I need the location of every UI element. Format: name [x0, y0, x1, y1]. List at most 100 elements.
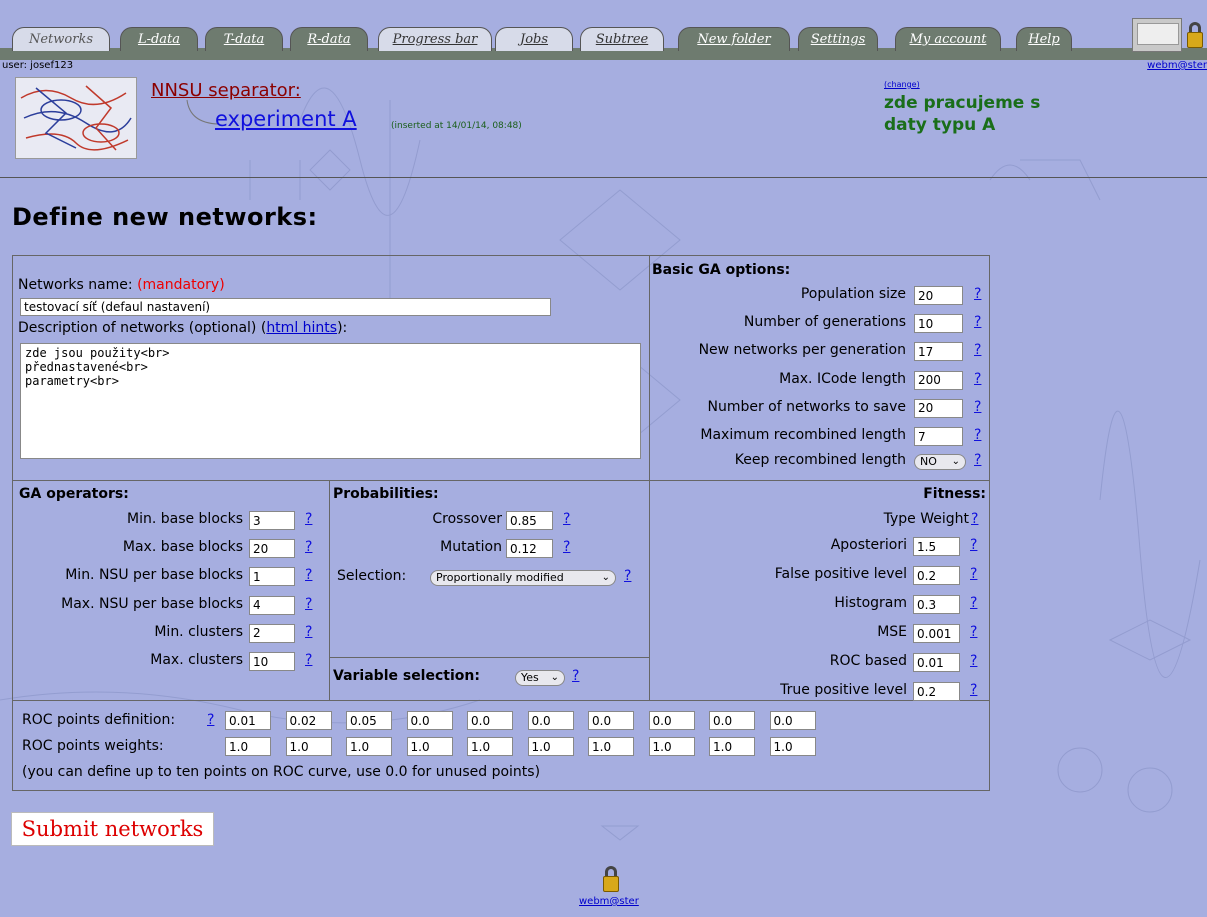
tab-l-data[interactable]: L-data — [120, 27, 198, 51]
help-histogram[interactable]: ? — [970, 595, 977, 611]
help-roc-def[interactable]: ? — [207, 712, 214, 728]
roc-weight-2-input[interactable] — [285, 737, 332, 756]
number-of-networks-to-save-input[interactable] — [914, 398, 963, 418]
roc-weight-7-input[interactable] — [588, 737, 634, 756]
population-size-label: Population size — [800, 286, 906, 302]
max-nsu-per-base-blocks-input[interactable] — [249, 595, 295, 615]
help-selection[interactable]: ? — [624, 568, 631, 584]
help-max-base-blocks[interactable]: ? — [305, 539, 312, 555]
tab-new-folder[interactable]: New folder — [678, 27, 790, 51]
variable-selection-select[interactable]: Yes ⌄ — [515, 670, 565, 686]
help-population-size[interactable]: ? — [974, 286, 981, 302]
roc-weight-6-input[interactable] — [527, 737, 574, 756]
html-hints-link[interactable]: html hints — [266, 320, 337, 336]
help-keep-recombined[interactable]: ? — [974, 452, 981, 468]
help-max-nsu-per-base-blocks[interactable]: ? — [305, 596, 312, 612]
help-maximum-recombined-length[interactable]: ? — [974, 427, 981, 443]
max-base-blocks-input[interactable] — [249, 539, 295, 559]
help-variable-selection[interactable]: ? — [572, 668, 579, 684]
mutation-input[interactable] — [506, 539, 553, 558]
help-mutation[interactable]: ? — [563, 539, 570, 555]
user-label: user: josef123 — [2, 60, 74, 71]
min-base-blocks-input[interactable] — [249, 511, 295, 530]
experiment-link[interactable]: experiment A — [215, 107, 357, 131]
description-textarea[interactable]: zde jsou použity<br> přednastavené<br> p… — [20, 343, 641, 459]
max-clusters-input[interactable] — [249, 652, 295, 671]
false-positive-level-input[interactable] — [913, 566, 960, 585]
max-base-blocks-label: Max. base blocks — [122, 539, 243, 556]
roc-weight-10-input[interactable] — [769, 737, 816, 756]
help-min-nsu-per-base-blocks[interactable]: ? — [305, 567, 312, 583]
lock-icon[interactable] — [1187, 22, 1203, 48]
help-min-base-blocks[interactable]: ? — [305, 511, 312, 527]
keep-recombined-select[interactable]: NO ⌄ — [914, 454, 966, 470]
help-min-clusters[interactable]: ? — [305, 624, 312, 640]
roc-weight-4-input[interactable] — [406, 737, 453, 756]
crossover-input[interactable] — [506, 511, 553, 530]
roc-point-7-input[interactable] — [588, 711, 634, 730]
change-link[interactable]: (change) — [884, 80, 920, 89]
webmaster-link-bottom[interactable]: webm@ster — [579, 896, 639, 907]
selection-label: Selection: — [337, 568, 407, 584]
tab-networks[interactable]: Networks — [12, 27, 110, 51]
roc-point-4-input[interactable] — [406, 711, 453, 730]
page-title: Define new networks: — [12, 203, 318, 231]
webmaster-link-top[interactable]: webm@ster — [1147, 60, 1207, 71]
roc-weight-1-input[interactable] — [225, 737, 271, 756]
networks-name-input[interactable] — [20, 298, 551, 316]
tab-help[interactable]: Help — [1016, 27, 1072, 51]
help-new-networks-per-generation[interactable]: ? — [974, 342, 981, 358]
roc-point-8-input[interactable] — [648, 711, 695, 730]
aposteriori-input[interactable] — [913, 537, 960, 556]
help-roc-based[interactable]: ? — [970, 653, 977, 669]
roc-point-2-input[interactable] — [285, 711, 332, 730]
roc-point-5-input[interactable] — [467, 711, 513, 730]
roc-point-6-input[interactable] — [527, 711, 574, 730]
submit-networks-button[interactable]: Submit networks — [11, 812, 214, 846]
max-icode-length-input[interactable] — [914, 370, 963, 390]
min-clusters-input[interactable] — [249, 623, 295, 643]
help-mse[interactable]: ? — [970, 624, 977, 640]
help-number-of-generations[interactable]: ? — [974, 314, 981, 330]
min-nsu-per-base-blocks-input[interactable] — [249, 567, 295, 587]
roc-weight-9-input[interactable] — [709, 737, 755, 756]
help-max-icode-length[interactable]: ? — [974, 371, 981, 387]
number-of-generations-input[interactable] — [914, 314, 963, 334]
true-positive-level-input[interactable] — [913, 682, 960, 701]
tab-r-data[interactable]: R-data — [290, 27, 368, 51]
roc-point-10-input[interactable] — [769, 711, 816, 730]
number-of-generations-label: Number of generations — [743, 314, 906, 331]
roc-weight-8-input[interactable] — [648, 737, 695, 756]
help-aposteriori[interactable]: ? — [970, 537, 977, 553]
selection-select[interactable]: Proportionally modified ⌄ — [430, 570, 616, 586]
tab-subtree[interactable]: Subtree — [580, 27, 664, 51]
roc-point-3-input[interactable] — [346, 711, 392, 730]
tab-progress-bar[interactable]: Progress bar — [378, 27, 492, 51]
help-true-positive-level[interactable]: ? — [970, 682, 977, 698]
help-number-of-networks-to-save[interactable]: ? — [974, 399, 981, 415]
help-max-clusters[interactable]: ? — [305, 652, 312, 668]
roc-weight-3-input[interactable] — [346, 737, 392, 756]
help-fitness-type[interactable]: ? — [971, 511, 978, 527]
help-false-positive-level[interactable]: ? — [970, 566, 977, 582]
lock-icon-bottom[interactable] — [603, 866, 619, 892]
mse-input[interactable] — [913, 624, 960, 643]
histogram-input[interactable] — [913, 595, 960, 614]
help-crossover[interactable]: ? — [563, 511, 570, 527]
tab-settings[interactable]: Settings — [798, 27, 878, 51]
population-size-input[interactable] — [914, 286, 963, 305]
tab-jobs[interactable]: Jobs — [495, 27, 573, 51]
tab-my-account[interactable]: My account — [895, 27, 1001, 51]
monitor-icon[interactable] — [1132, 18, 1182, 52]
tab-t-data[interactable]: T-data — [205, 27, 283, 51]
roc-point-9-input[interactable] — [709, 711, 755, 730]
roc-weight-5-input[interactable] — [467, 737, 513, 756]
new-networks-per-generation-input[interactable] — [914, 342, 963, 362]
separator-link[interactable]: NNSU separator: — [151, 80, 301, 101]
roc-point-1-input[interactable] — [225, 711, 271, 730]
maximum-recombined-length-input[interactable] — [914, 427, 963, 446]
min-nsu-per-base-blocks-label: Min. NSU per base blocks — [65, 567, 243, 584]
roc-weights-label: ROC points weights: — [22, 738, 164, 754]
col-divider-2 — [329, 480, 330, 700]
roc-based-input[interactable] — [913, 653, 960, 672]
